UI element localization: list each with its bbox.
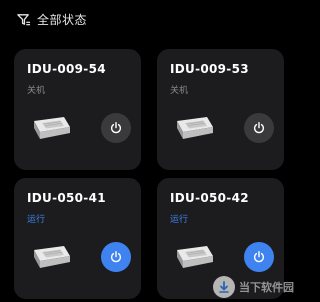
power-button[interactable]	[101, 242, 131, 272]
power-icon	[253, 251, 265, 263]
filter-icon	[17, 13, 31, 25]
device-name: IDU-009-53	[170, 62, 249, 76]
download-logo-icon	[213, 276, 235, 298]
power-icon	[110, 122, 122, 134]
device-status: 运行	[27, 215, 46, 225]
ceiling-ac-unit-icon	[177, 117, 213, 139]
status-filter[interactable]: 全部状态	[16, 8, 87, 30]
device-card[interactable]: IDU-050-41 运行	[14, 178, 141, 299]
watermark-text: 当下软件园	[239, 281, 294, 294]
status-filter-label: 全部状态	[37, 12, 88, 27]
device-name: IDU-050-42	[170, 191, 249, 205]
device-status: 关机	[170, 86, 189, 96]
power-button[interactable]	[101, 113, 131, 143]
power-button[interactable]	[244, 242, 274, 272]
power-icon	[110, 251, 122, 263]
ceiling-ac-unit-icon	[177, 246, 213, 268]
ceiling-ac-unit-icon	[34, 246, 70, 268]
device-card[interactable]: IDU-009-53 关机	[157, 49, 284, 170]
power-button[interactable]	[244, 113, 274, 143]
device-name: IDU-050-41	[27, 191, 106, 205]
watermark: 当下软件园	[213, 276, 294, 298]
ceiling-ac-unit-icon	[34, 117, 70, 139]
power-icon	[253, 122, 265, 134]
device-status: 关机	[27, 86, 46, 96]
device-card[interactable]: IDU-009-54 关机	[14, 49, 141, 170]
device-status: 运行	[170, 215, 189, 225]
device-name: IDU-009-54	[27, 62, 106, 76]
